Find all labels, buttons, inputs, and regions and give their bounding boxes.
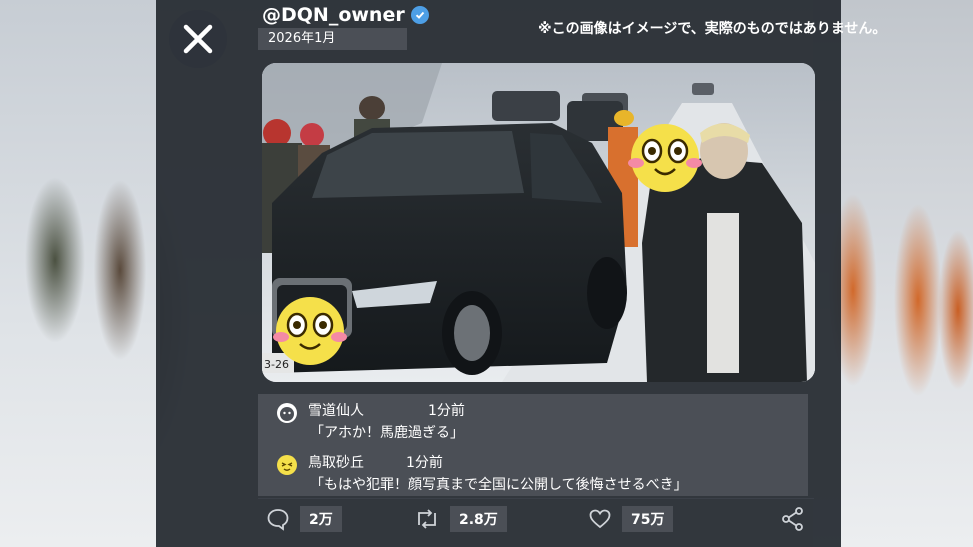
- outline-face-icon: [277, 403, 297, 423]
- heart-icon: [589, 509, 611, 529]
- comment-author: 雪道仙人: [308, 403, 364, 419]
- reply-count: 2万: [300, 506, 342, 532]
- like-button[interactable]: 75万: [588, 506, 674, 532]
- action-bar: 2万 2.8万 75万: [262, 506, 822, 540]
- license-plate: 3-26: [264, 358, 289, 371]
- repost-icon: [418, 509, 436, 529]
- share-button[interactable]: [780, 506, 806, 532]
- comment-text: 「もはや犯罪！顔写真まで全国に公開して後悔させるべき」: [310, 477, 688, 493]
- smiley-face-icon: [277, 455, 297, 475]
- disclaimer-text: ※この画像はイメージで、実際のものではありません。: [538, 21, 887, 37]
- share-icon: [782, 507, 803, 531]
- comments-box: 雪道仙人 1分前 「アホか！馬鹿過ぎる」 鳥取砂丘 1分前 「もはや犯罪！顔写真…: [258, 394, 808, 496]
- snowy-road-scene: 3-26: [262, 63, 815, 382]
- author-handle: @DQN_owner: [262, 4, 405, 26]
- comment-text: 「アホか！馬鹿過ぎる」: [310, 425, 464, 441]
- close-button[interactable]: [169, 10, 227, 68]
- reply-button[interactable]: 2万: [266, 506, 342, 532]
- post-image[interactable]: 3-26: [262, 63, 815, 382]
- comment-author: 鳥取砂丘: [308, 455, 364, 471]
- reply-icon: [267, 509, 289, 531]
- divider: [258, 498, 814, 499]
- like-count: 75万: [622, 506, 674, 532]
- comment-time: 1分前: [428, 403, 465, 419]
- post-author[interactable]: @DQN_owner: [262, 4, 429, 26]
- repost-button[interactable]: 2.8万: [414, 506, 507, 532]
- repost-count: 2.8万: [450, 506, 507, 532]
- verified-badge-icon: [410, 6, 429, 24]
- post-date: 2026年1月: [258, 28, 407, 50]
- background-left-crowd: [0, 0, 160, 547]
- close-icon: [183, 24, 213, 54]
- comment-time: 1分前: [406, 455, 443, 471]
